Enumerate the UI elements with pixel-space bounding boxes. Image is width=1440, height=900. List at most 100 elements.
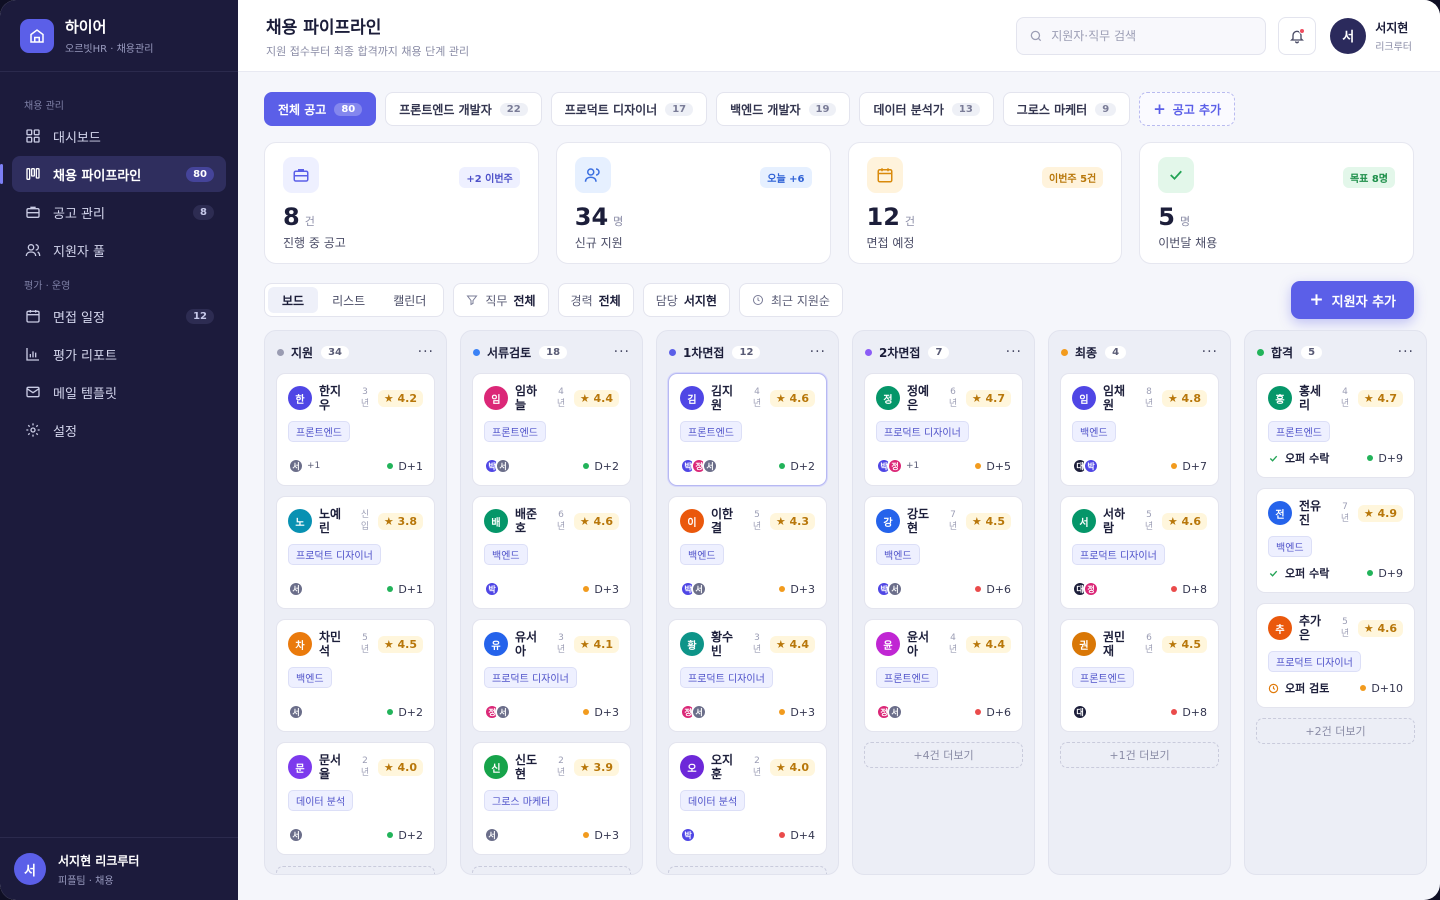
sidebar-item-dashboard[interactable]: 대시보드 <box>12 118 226 154</box>
view-calendar[interactable]: 캘린더 <box>379 287 440 313</box>
candidate-card[interactable]: 김 김지원 4년 ★ 4.6 프론트엔드 박 정 서 D+2 <box>668 373 827 486</box>
candidate-name: 정예은 <box>907 384 930 412</box>
load-more-button[interactable] <box>668 866 827 874</box>
add-posting-button[interactable]: + 공고 추가 <box>1139 92 1236 126</box>
reviewer-avatar: 정 <box>1083 581 1099 597</box>
candidate-card[interactable]: 서 서하람 5년 ★ 4.6 프로덕트 디자이너 대 정 D+8 <box>1060 496 1219 609</box>
column-cards: 한 한지우 3년 ★ 4.2 프론트엔드 서 +1 D+1 노 노예린 신입 ★ 3.8 프로덕트 디자… <box>265 373 446 874</box>
sidebar-item-postings[interactable]: 공고 관리 8 <box>12 194 226 230</box>
candidate-card[interactable]: 전 전유진 7년 ★ 4.9 백엔드 오퍼 수락 D+9 <box>1256 488 1415 593</box>
avatar: 서 <box>14 853 46 885</box>
more-options-icon[interactable]: ··· <box>1006 344 1022 360</box>
more-options-icon[interactable]: ··· <box>418 344 434 360</box>
tab-product-designer[interactable]: 프로덕트 디자이너 17 <box>550 92 708 126</box>
notification-button[interactable] <box>1278 16 1317 55</box>
view-list[interactable]: 리스트 <box>318 287 379 313</box>
sidebar-user[interactable]: 서 서지현 리크루터 피플팀 · 채용 <box>0 837 238 900</box>
load-more-button[interactable]: +4건 더보기 <box>864 742 1023 768</box>
candidate-card[interactable]: 홍 홍세리 4년 ★ 4.7 프론트엔드 오퍼 수락 D+9 <box>1256 373 1415 478</box>
load-more-button[interactable] <box>472 866 631 874</box>
tab-all-postings[interactable]: 전체 공고 80 <box>264 92 377 126</box>
candidate-card[interactable]: 임 임하늘 4년 ★ 4.4 프론트엔드 박 서 D+2 <box>472 373 631 486</box>
reviewer-avatar: 박 <box>680 827 696 843</box>
sidebar-item-label: 채용 파이프라인 <box>53 168 142 184</box>
sidebar-item-mail-templates[interactable]: 메일 템플릿 <box>12 374 226 410</box>
due-dot <box>779 586 786 592</box>
sidebar-item-label: 면접 일정 <box>53 310 105 326</box>
sort-button[interactable]: 최근 지원순 <box>738 283 843 317</box>
column-count: 18 <box>539 345 568 359</box>
page-subtitle: 지원 접수부터 최종 합격까지 채용 단계 관리 <box>266 44 470 58</box>
candidate-card[interactable]: 윤 윤서아 4년 ★ 4.4 프론트엔드 정 서 D+6 <box>864 619 1023 732</box>
reviewer-avatar: 대 <box>1072 704 1088 720</box>
candidate-card[interactable]: 유 유서아 3년 ★ 4.1 프로덕트 디자이너 정 서 D+3 <box>472 619 631 732</box>
tab-backend[interactable]: 백엔드 개발자 19 <box>716 92 851 126</box>
column-header: 2차면접 7 ··· <box>853 331 1034 373</box>
candidate-card[interactable]: 황 황수빈 3년 ★ 4.4 프로덕트 디자이너 정 서 D+3 <box>668 619 827 732</box>
filter-role[interactable]: 직무 전체 <box>453 283 549 317</box>
mail-icon <box>24 383 42 401</box>
load-more-button[interactable] <box>276 866 435 874</box>
candidate-card[interactable]: 정 정예은 6년 ★ 4.7 프로덕트 디자이너 박 정 +1 D+5 <box>864 373 1023 486</box>
candidate-card[interactable]: 신 신도현 2년 ★ 3.9 그로스 마케터 서 D+3 <box>472 742 631 855</box>
candidate-card[interactable]: 권 권민재 6년 ★ 4.5 프론트엔드 대 D+8 <box>1060 619 1219 732</box>
candidate-card[interactable]: 노 노예린 신입 ★ 3.8 프로덕트 디자이너 서 D+1 <box>276 496 435 609</box>
role-tag: 프론트엔드 <box>1072 667 1134 688</box>
extra-reviewers: +1 <box>906 461 920 471</box>
user-menu[interactable]: 서 서지현 리크루터 <box>1330 17 1412 54</box>
view-board[interactable]: 보드 <box>268 287 319 313</box>
bar-chart-icon <box>24 345 42 363</box>
due-dot <box>1171 586 1178 592</box>
filter-experience[interactable]: 경력 전체 <box>557 283 634 317</box>
candidate-experience: 신입 <box>360 510 370 532</box>
role-tag: 프론트엔드 <box>484 421 546 442</box>
column-count: 5 <box>1301 345 1323 359</box>
briefcase-icon <box>24 203 42 221</box>
candidate-experience: 8년 <box>1144 387 1154 409</box>
more-options-icon[interactable]: ··· <box>1398 344 1414 360</box>
sidebar-item-pipeline[interactable]: 채용 파이프라인 80 <box>0 156 226 192</box>
candidate-card[interactable]: 차 차민석 5년 ★ 4.5 백엔드 서 D+2 <box>276 619 435 732</box>
load-more-button[interactable]: +1건 더보기 <box>1060 742 1219 768</box>
candidate-name: 전유진 <box>1299 499 1322 527</box>
role-tag: 데이터 분석 <box>680 790 746 811</box>
candidate-experience: 3년 <box>556 633 566 655</box>
candidate-card[interactable]: 강 강도현 7년 ★ 4.5 백엔드 박 서 D+6 <box>864 496 1023 609</box>
offer-status: 오퍼 검토 <box>1268 680 1329 696</box>
count-badge: 8 <box>193 204 214 220</box>
candidate-card[interactable]: 오 오지훈 2년 ★ 4.0 데이터 분석 박 D+4 <box>668 742 827 855</box>
rating-badge: ★ 4.2 <box>377 389 423 407</box>
candidate-card[interactable]: 문 문서율 2년 ★ 4.0 데이터 분석 서 D+2 <box>276 742 435 855</box>
stat-badge: 목표 8명 <box>1342 167 1395 188</box>
candidate-card[interactable]: 배 배준호 6년 ★ 4.6 백엔드 박 D+3 <box>472 496 631 609</box>
more-options-icon[interactable]: ··· <box>1202 344 1218 360</box>
candidate-card[interactable]: 한 한지우 3년 ★ 4.2 프론트엔드 서 +1 D+1 <box>276 373 435 486</box>
tab-count: 13 <box>951 102 980 116</box>
app-window: 하이어 오르빗HR · 채용관리 채용 관리 대시보드 채용 파이프라인 80 … <box>0 0 1440 900</box>
stat-value: 12 <box>866 203 900 231</box>
load-more-button[interactable]: +2건 더보기 <box>1256 718 1415 744</box>
due-label: D+3 <box>594 828 619 842</box>
sidebar-item-reports[interactable]: 평가 리포트 <box>12 336 226 372</box>
sidebar-item-label: 평가 리포트 <box>53 348 117 364</box>
sidebar-item-settings[interactable]: 설정 <box>12 412 226 448</box>
due-label: D+1 <box>398 582 423 596</box>
sidebar-item-candidate-pool[interactable]: 지원자 풀 <box>12 232 226 268</box>
tab-data-analyst[interactable]: 데이터 분석가 13 <box>859 92 994 126</box>
search-input[interactable]: 지원자·직무 검색 <box>1016 16 1267 55</box>
candidate-card[interactable]: 추 추가은 5년 ★ 4.6 프로덕트 디자이너 오퍼 검토 D+10 <box>1256 603 1415 708</box>
candidate-card[interactable]: 임 임채원 8년 ★ 4.8 백엔드 대 박 D+7 <box>1060 373 1219 486</box>
sidebar-item-interviews[interactable]: 면접 일정 12 <box>12 298 226 334</box>
candidate-card[interactable]: 이 이한결 5년 ★ 4.3 백엔드 박 서 D+3 <box>668 496 827 609</box>
tab-frontend[interactable]: 프론트엔드 개발자 22 <box>385 92 542 126</box>
tab-growth-marketer[interactable]: 그로스 마케터 9 <box>1002 92 1131 126</box>
column-count: 34 <box>321 345 350 359</box>
add-candidate-button[interactable]: + 지원자 추가 <box>1291 281 1414 319</box>
nav-section-evaluation: 평가 · 운영 <box>24 280 71 292</box>
candidate-experience: 2년 <box>556 756 566 778</box>
brand[interactable]: 하이어 오르빗HR · 채용관리 <box>0 0 238 72</box>
filter-owner[interactable]: 담당 서지현 <box>642 283 730 317</box>
more-options-icon[interactable]: ··· <box>614 344 630 360</box>
more-options-icon[interactable]: ··· <box>810 344 826 360</box>
page-title: 채용 파이프라인 <box>266 17 382 38</box>
